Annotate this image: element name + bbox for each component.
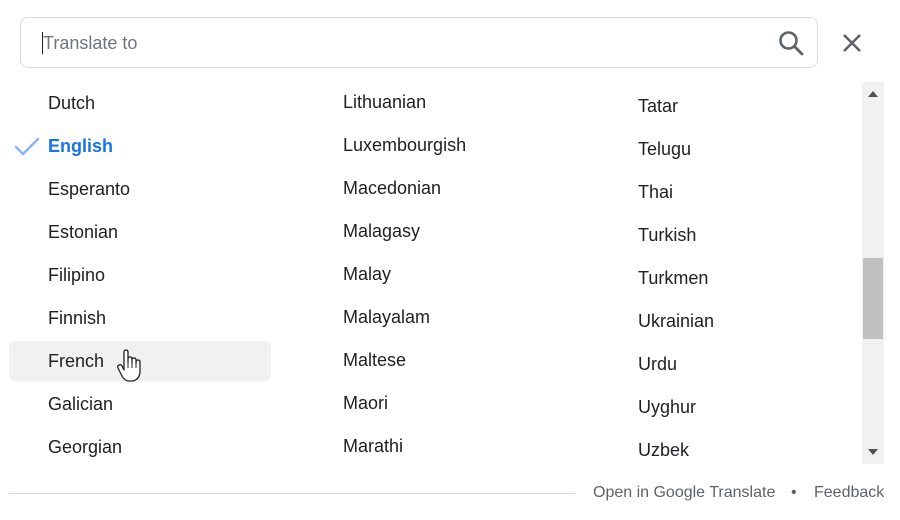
language-option-lithuanian[interactable]: Lithuanian bbox=[343, 82, 426, 122]
footer-divider bbox=[9, 493, 575, 494]
language-option-dutch[interactable]: Dutch bbox=[48, 83, 95, 123]
language-option-english[interactable]: English bbox=[48, 126, 113, 166]
language-option-malay[interactable]: Malay bbox=[343, 254, 391, 294]
language-option-turkmen[interactable]: Turkmen bbox=[638, 258, 708, 298]
language-option-finnish[interactable]: Finnish bbox=[48, 298, 106, 338]
language-option-uyghur[interactable]: Uyghur bbox=[638, 387, 696, 427]
feedback-link[interactable]: Feedback bbox=[814, 484, 884, 502]
language-option-thai[interactable]: Thai bbox=[638, 172, 673, 212]
language-option-ukrainian[interactable]: Ukrainian bbox=[638, 301, 714, 341]
language-option-urdu[interactable]: Urdu bbox=[638, 344, 677, 384]
language-option-malayalam[interactable]: Malayalam bbox=[343, 297, 430, 337]
hand-pointer-cursor-icon bbox=[116, 349, 142, 383]
language-option-marathi[interactable]: Marathi bbox=[343, 426, 403, 466]
scrollbar-thumb[interactable] bbox=[863, 258, 883, 339]
language-option-malagasy[interactable]: Malagasy bbox=[343, 211, 420, 251]
language-option-telugu[interactable]: Telugu bbox=[638, 129, 691, 169]
language-option-galician[interactable]: Galician bbox=[48, 384, 113, 424]
footer-separator: • bbox=[791, 484, 797, 501]
language-option-luxembourgish[interactable]: Luxembourgish bbox=[343, 125, 466, 165]
language-option-uzbek[interactable]: Uzbek bbox=[638, 430, 689, 470]
scroll-down-arrow-icon[interactable] bbox=[862, 442, 884, 464]
search-icon[interactable] bbox=[776, 28, 806, 58]
translate-to-search-input[interactable] bbox=[43, 30, 743, 56]
language-option-turkish[interactable]: Turkish bbox=[638, 215, 696, 255]
language-option-filipino[interactable]: Filipino bbox=[48, 255, 105, 295]
language-option-maltese[interactable]: Maltese bbox=[343, 340, 406, 380]
language-option-estonian[interactable]: Estonian bbox=[48, 212, 118, 252]
scrollbar[interactable] bbox=[862, 82, 884, 464]
language-option-french[interactable]: French bbox=[48, 341, 104, 381]
close-icon[interactable] bbox=[836, 27, 868, 59]
check-icon bbox=[14, 137, 40, 157]
scroll-up-arrow-icon[interactable] bbox=[862, 82, 884, 104]
language-option-tatar[interactable]: Tatar bbox=[638, 86, 678, 126]
language-option-maori[interactable]: Maori bbox=[343, 383, 388, 423]
language-option-esperanto[interactable]: Esperanto bbox=[48, 169, 130, 209]
open-in-google-translate-link[interactable]: Open in Google Translate bbox=[593, 484, 775, 502]
language-option-macedonian[interactable]: Macedonian bbox=[343, 168, 441, 208]
language-option-georgian[interactable]: Georgian bbox=[48, 427, 122, 467]
